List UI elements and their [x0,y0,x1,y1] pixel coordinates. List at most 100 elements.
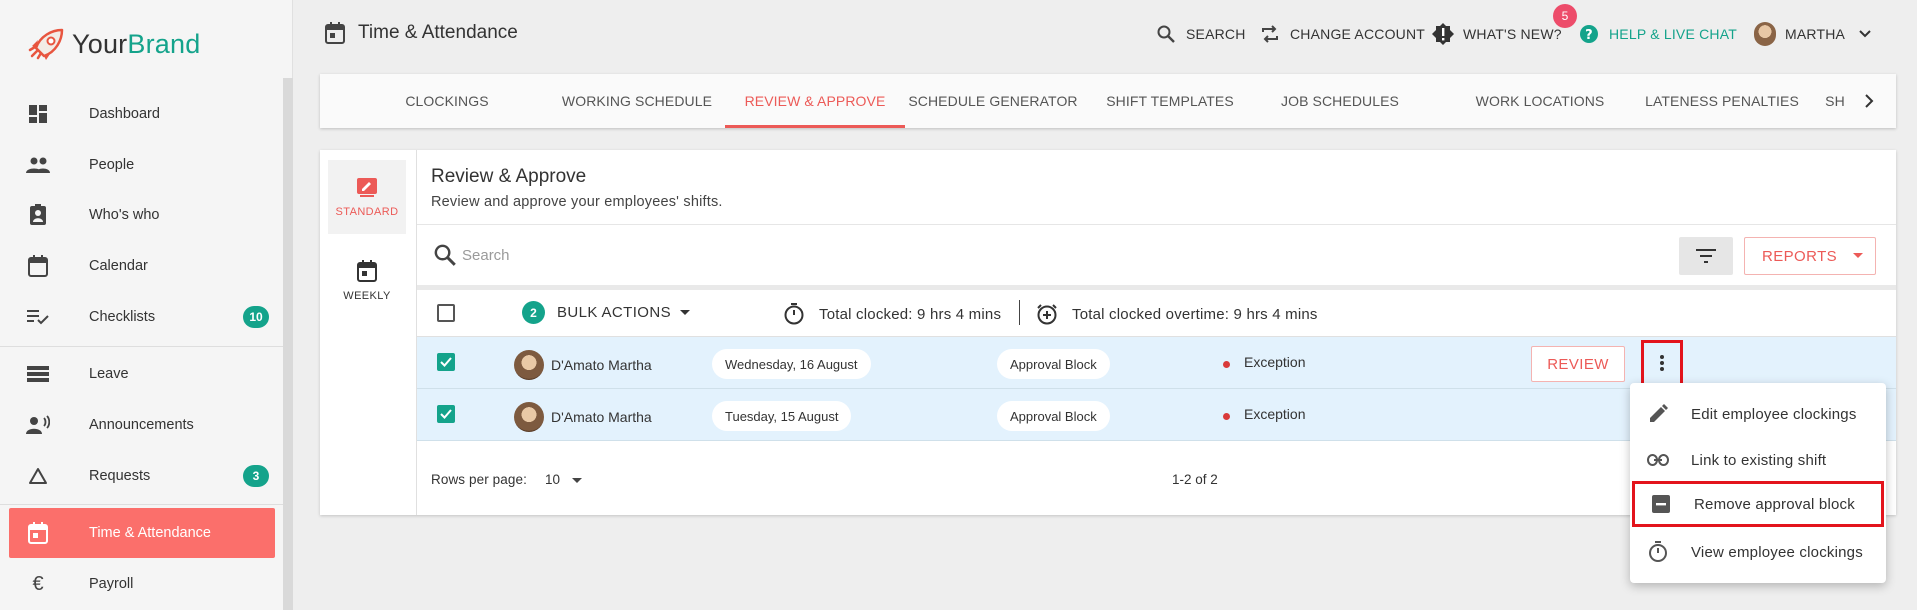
tab-clockings[interactable]: CLOCKINGS [392,74,502,128]
timer-icon [784,303,804,325]
sidebar-item-label: Leave [89,366,129,382]
tab-shift-templates[interactable]: SHIFT TEMPLATES [1100,74,1240,128]
whats-new-label: WHAT'S NEW? [1463,26,1562,42]
reports-label: REPORTS [1762,247,1838,265]
brand-logo[interactable]: YourBrand [26,26,200,62]
page-title-text: Time & Attendance [358,22,518,43]
table-row[interactable]: D'Amato Martha Wednesday, 16 August Appr… [417,337,1896,389]
sidebar-scrollbar[interactable] [283,78,293,610]
view-weekly-button[interactable]: WEEKLY [328,244,406,318]
more-vert-icon [1660,355,1664,371]
notification-badge: 5 [1553,4,1577,28]
change-account-button[interactable]: CHANGE ACCOUNT [1259,22,1425,46]
menu-item-edit-clockings[interactable]: Edit employee clockings [1630,391,1886,437]
check-icon [440,357,452,367]
sidebar-item-people[interactable]: People [0,140,283,190]
rows-per-page-select[interactable]: 10 [545,472,560,487]
requests-count-badge: 3 [243,465,269,487]
sidebar-item-label: Announcements [89,417,194,433]
caret-down-icon[interactable] [572,478,582,483]
brand-suffix: Brand [127,28,201,59]
view-standard-button[interactable]: STANDARD [328,160,406,234]
reports-button[interactable]: REPORTS [1744,237,1876,275]
sidebar-item-label: Requests [89,468,151,484]
selected-count-badge: 2 [522,301,545,324]
row-checkbox[interactable] [437,353,455,371]
menu-item-remove-approval-block[interactable]: Remove approval block [1632,481,1884,527]
sidebar: YourBrand Dashboard People Who's who Cal… [0,0,293,610]
sidebar-item-label: Checklists [89,309,156,325]
help-chat-button[interactable]: ? HELP & LIVE CHAT [1578,22,1737,46]
sidebar-item-calendar[interactable]: Calendar [0,241,283,291]
chevron-right-icon[interactable] [1860,92,1878,110]
change-account-label: CHANGE ACCOUNT [1290,26,1426,42]
sidebar-item-label: Who's who [89,207,160,223]
tab-work-locations[interactable]: WORK LOCATIONS [1470,74,1610,128]
user-name: MARTHA [1785,26,1846,42]
chevron-down-icon [1859,30,1871,38]
approval-block-chip: Approval Block [997,401,1110,431]
divider [417,224,1896,225]
link-icon [1647,449,1669,471]
alarm-add-icon [1037,304,1057,325]
approval-block-chip: Approval Block [997,349,1110,379]
tab-schedule-generator[interactable]: SCHEDULE GENERATOR [908,74,1078,128]
total-clocked-text: Total clocked: 9 hrs 4 mins [819,305,1002,323]
filter-icon [1696,249,1716,263]
search-input[interactable] [462,242,1462,268]
help-icon: ? [1578,23,1600,45]
swap-icon [1259,23,1281,45]
brand-prefix: Your [72,28,128,59]
sidebar-item-announcements[interactable]: Announcements [0,400,283,450]
total-overtime-text: Total clocked overtime: 9 hrs 4 mins [1072,305,1318,323]
select-all-checkbox[interactable] [437,304,455,322]
sidebar-item-leave[interactable]: Leave [0,349,283,399]
dashboard-icon [26,102,50,126]
announcement-icon [26,413,50,437]
triangle-icon [26,464,50,488]
search-button[interactable]: SEARCH [1155,22,1246,46]
whats-new-button[interactable]: WHAT'S NEW? [1432,22,1562,46]
sidebar-item-label: People [89,157,135,173]
euro-icon: € [32,572,44,595]
menu-item-view-clockings[interactable]: View employee clockings [1630,529,1886,575]
more-options-button[interactable] [1641,340,1683,386]
pagination-range: 1-2 of 2 [1172,472,1218,487]
user-menu[interactable]: MARTHA [1754,22,1871,46]
sidebar-item-payroll[interactable]: € Payroll [0,559,283,609]
sidebar-divider [0,504,283,505]
minus-box-icon [1650,493,1672,515]
checklist-icon [26,305,50,329]
leave-icon [26,362,50,386]
sidebar-item-whos-who[interactable]: Who's who [0,190,283,240]
divider [1019,300,1020,325]
bulk-actions-bar: 2 BULK ACTIONS Total clocked: 9 hrs 4 mi… [417,290,1896,337]
tab-working-schedule[interactable]: WORKING SCHEDULE [555,74,719,128]
sidebar-item-time-attendance[interactable]: Time & Attendance [9,508,275,558]
people-icon [26,153,50,177]
sidebar-item-requests[interactable]: Requests 3 [0,451,283,501]
tab-job-schedules[interactable]: JOB SCHEDULES [1275,74,1405,128]
menu-item-label: Remove approval block [1694,495,1855,513]
sidebar-item-dashboard[interactable]: Dashboard [0,89,283,139]
menu-item-link-shift[interactable]: Link to existing shift [1630,437,1886,483]
tab-review-approve[interactable]: REVIEW & APPROVE [725,74,905,128]
tab-overflow[interactable]: SH [1820,74,1850,128]
date-chip: Wednesday, 16 August [712,349,871,379]
caret-down-icon[interactable] [680,310,690,315]
calendar-icon [26,254,50,278]
edit-note-icon [357,178,377,197]
checklists-count-badge: 10 [243,306,269,328]
review-button[interactable]: REVIEW [1531,346,1625,382]
employee-name: D'Amato Martha [551,409,652,425]
sidebar-item-label: Calendar [89,258,148,274]
avatar [514,402,544,432]
tab-lateness-penalties[interactable]: LATENESS PENALTIES [1642,74,1802,128]
filter-button[interactable] [1679,237,1733,275]
sidebar-item-checklists[interactable]: Checklists 10 [0,292,283,342]
status-text: Exception [1244,406,1306,422]
row-checkbox[interactable] [437,405,455,423]
bulk-actions-button[interactable]: BULK ACTIONS [557,304,671,321]
status-text: Exception [1244,354,1306,370]
brand-name: YourBrand [72,29,200,60]
